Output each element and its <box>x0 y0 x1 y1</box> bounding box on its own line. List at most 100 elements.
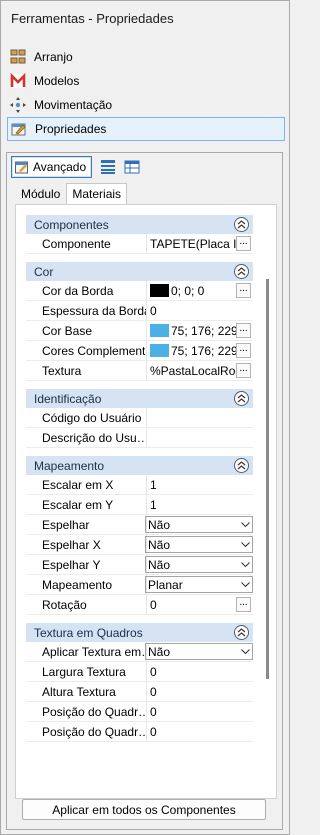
property-row[interactable]: Largura Textura 0 <box>26 662 253 682</box>
apply-all-components-button[interactable]: Aplicar em todos os Componentes <box>22 799 266 820</box>
alphabetical-view-icon[interactable] <box>124 159 140 175</box>
property-label: Cores Complement… <box>26 341 147 360</box>
value-text: 0 <box>150 724 157 739</box>
collapse-icon[interactable] <box>234 217 249 232</box>
value-text: %PastaLocalRoo <box>150 363 236 378</box>
property-row[interactable]: Cor da Borda 0; 0; 0 ... <box>26 281 253 301</box>
property-row[interactable]: Escalar em Y 1 <box>26 495 253 515</box>
property-row[interactable]: Espelhar Y Não <box>26 555 253 575</box>
tab-modulo[interactable]: Módulo <box>15 183 66 205</box>
property-label: Escalar em Y <box>26 495 147 514</box>
chevron-down-icon[interactable] <box>238 541 252 548</box>
property-value[interactable]: %PastaLocalRoo ... <box>147 361 253 380</box>
dropdown[interactable]: Não <box>145 556 253 573</box>
property-row[interactable]: Componente TAPETE(Placa I ... <box>26 234 253 254</box>
property-row[interactable]: Altura Textura 0 <box>26 682 253 702</box>
property-row[interactable]: Posição do Quadr… 0 <box>26 722 253 742</box>
tab-materiais[interactable]: Materiais <box>66 183 128 205</box>
chevron-down-icon[interactable] <box>238 648 252 655</box>
section-title: Componentes <box>34 217 109 232</box>
nav-item-modelos[interactable]: Modelos <box>7 69 285 93</box>
property-row[interactable]: Espelhar Não <box>26 515 253 535</box>
property-row[interactable]: Aplicar Textura em… Não <box>26 642 253 662</box>
collapse-icon[interactable] <box>234 391 249 406</box>
property-value[interactable]: TAPETE(Placa I ... <box>147 234 253 253</box>
models-icon <box>10 73 26 89</box>
color-picker-button[interactable]: ... <box>236 323 251 338</box>
section-title: Cor <box>34 264 54 279</box>
value-text: 0 <box>150 303 157 318</box>
property-value[interactable] <box>147 428 253 447</box>
property-row[interactable]: Textura %PastaLocalRoo ... <box>26 361 253 381</box>
property-value[interactable]: 75; 176; 229 ... <box>147 321 253 340</box>
property-row[interactable]: Rotação 0 ... <box>26 595 253 615</box>
chevron-down-icon[interactable] <box>238 581 252 588</box>
section-header[interactable]: Textura em Quadros <box>26 623 253 642</box>
property-row[interactable]: Código do Usuário <box>26 408 253 428</box>
dropdown[interactable]: Planar <box>145 576 253 593</box>
dropdown[interactable]: Não <box>145 516 253 533</box>
section-header[interactable]: Mapeamento <box>26 456 253 475</box>
property-row[interactable]: Espelhar X Não <box>26 535 253 555</box>
property-row[interactable]: Descrição do Usu… <box>26 428 253 448</box>
section-header[interactable]: Cor <box>26 262 253 281</box>
property-label: Aplicar Textura em… <box>26 642 147 661</box>
value-text: TAPETE(Placa I <box>150 236 236 251</box>
nav-item-arranjo[interactable]: Arranjo <box>7 45 285 69</box>
section-header[interactable]: Componentes <box>26 215 253 234</box>
property-row[interactable]: Espessura da Borda 0 <box>26 301 253 321</box>
property-value[interactable]: 0 <box>147 682 253 701</box>
property-value[interactable]: 0 ... <box>147 595 253 614</box>
property-row[interactable]: Escalar em X 1 <box>26 475 253 495</box>
property-value[interactable]: 0 <box>147 722 253 741</box>
nav-item-propriedades[interactable]: Propriedades <box>7 117 285 141</box>
property-row[interactable]: Cores Complement… 75; 176; 229 ... <box>26 341 253 361</box>
chevron-down-icon[interactable] <box>238 561 252 568</box>
property-row[interactable]: Cor Base 75; 176; 229 ... <box>26 321 253 341</box>
nav-item-movimentacao[interactable]: Movimentação <box>7 93 285 117</box>
browse-button[interactable]: ... <box>236 236 251 251</box>
property-label: Textura <box>26 361 147 380</box>
property-row[interactable]: Posição do Quadr… 0 <box>26 702 253 722</box>
arrange-icon <box>10 49 26 65</box>
property-label: Cor da Borda <box>26 281 147 300</box>
property-value[interactable]: 75; 176; 229 ... <box>147 341 253 360</box>
property-row[interactable]: Mapeamento Planar <box>26 575 253 595</box>
section-header[interactable]: Identificação <box>26 389 253 408</box>
nav-item-label: Arranjo <box>34 50 73 64</box>
advanced-button[interactable]: Avançado <box>11 156 93 178</box>
property-value[interactable]: 0; 0; 0 ... <box>147 281 253 300</box>
property-value[interactable]: 1 <box>147 475 253 494</box>
value-text: Não <box>148 557 171 572</box>
title-bar: Ferramentas - Propriedades <box>2 2 288 36</box>
tool-nav: Arranjo Modelos Movimentação Propriedade… <box>1 45 291 141</box>
property-value[interactable] <box>147 408 253 427</box>
color-picker-button[interactable]: ... <box>236 343 251 358</box>
property-label: Espessura da Borda <box>26 301 147 320</box>
categorized-view-icon[interactable] <box>100 159 116 175</box>
property-value[interactable]: 1 <box>147 495 253 514</box>
vertical-scrollbar[interactable] <box>266 279 269 679</box>
properties-window: Ferramentas - Propriedades Arranjo Model… <box>0 0 290 835</box>
advanced-icon <box>15 160 29 174</box>
dropdown[interactable]: Não <box>145 643 253 660</box>
property-label: Mapeamento <box>26 575 147 594</box>
property-label: Espelhar Y <box>26 555 147 574</box>
property-value[interactable]: 0 <box>147 301 253 320</box>
collapse-icon[interactable] <box>234 458 249 473</box>
section-identificacao: Identificação Código do Usuário Descriçã… <box>26 389 253 448</box>
chevron-down-icon[interactable] <box>238 521 252 528</box>
nav-item-label: Movimentação <box>34 98 113 112</box>
property-value[interactable]: 0 <box>147 662 253 681</box>
browse-button[interactable]: ... <box>236 363 251 378</box>
collapse-icon[interactable] <box>234 264 249 279</box>
section-title: Mapeamento <box>34 458 105 473</box>
value-text: 0 <box>150 704 157 719</box>
tab-strip: Módulo Materiais <box>15 183 128 205</box>
property-value[interactable]: 0 <box>147 702 253 721</box>
color-picker-button[interactable]: ... <box>236 283 251 298</box>
property-label: Espelhar X <box>26 535 147 554</box>
dropdown[interactable]: Não <box>145 536 253 553</box>
browse-button[interactable]: ... <box>236 597 251 612</box>
collapse-icon[interactable] <box>234 625 249 640</box>
